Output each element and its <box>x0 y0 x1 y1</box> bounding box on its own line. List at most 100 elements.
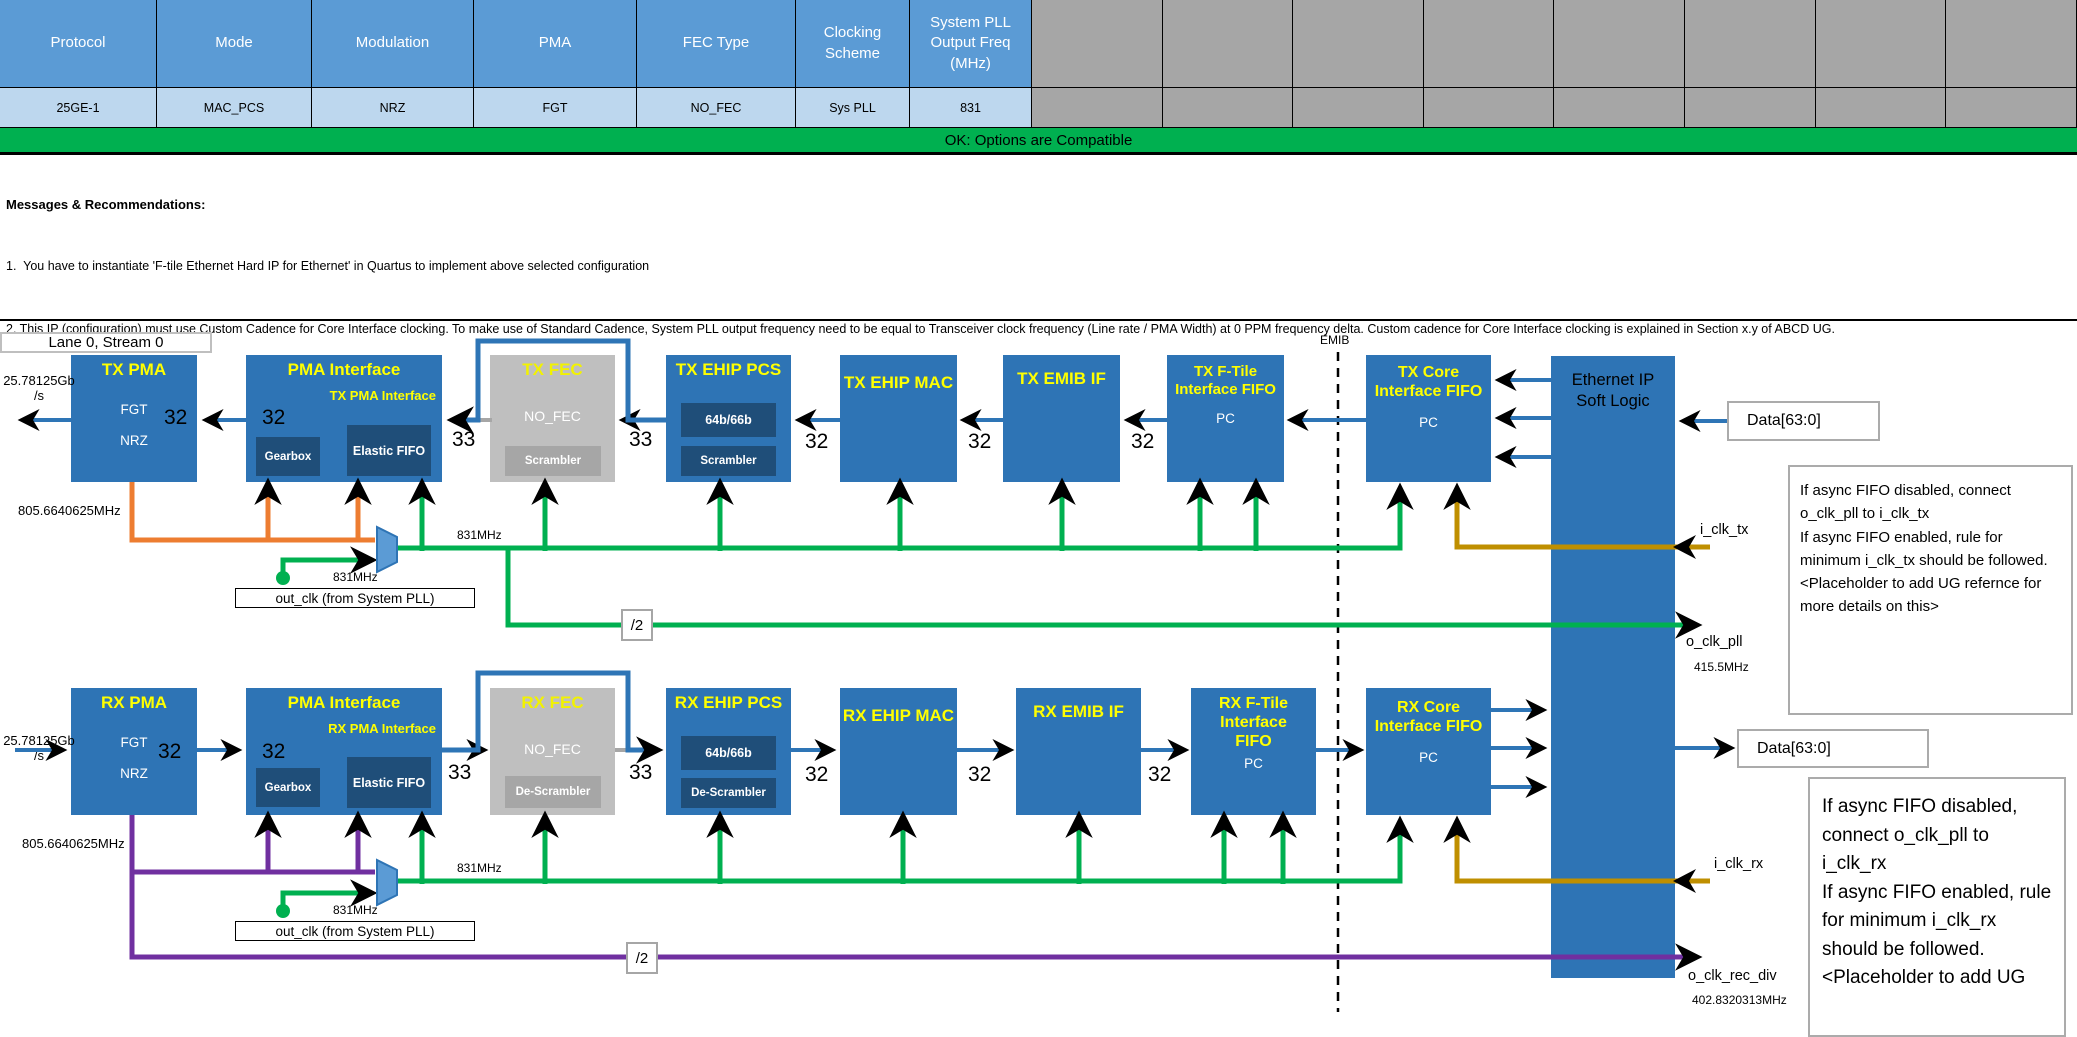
bus-width-label: 32 <box>1148 763 1171 787</box>
o-clk-rec-div-label: o_clk_rec_div <box>1688 968 1777 984</box>
gearbox-subblock: Gearbox <box>256 437 320 476</box>
col-header[interactable]: Mode <box>157 0 312 88</box>
message-item: 1. You have to instantiate 'F-tile Ether… <box>6 257 2066 276</box>
tx-pma-clock-line <box>132 482 375 540</box>
col-header[interactable]: System PLL Output Freq (MHz) <box>910 0 1032 88</box>
block-title: RX PMA <box>71 688 197 713</box>
rx-sysclk-freq: 831MHz <box>457 861 502 875</box>
ethernet-ip-soft-logic-block: Ethernet IP Soft Logic <box>1551 356 1675 978</box>
empty-header-cell[interactable] <box>1554 0 1685 88</box>
bus-width-label: 32 <box>805 763 828 787</box>
block-title: RX EHIP MAC <box>840 688 957 726</box>
rx-core-fifo-block: RX Core Interface FIFO PC <box>1366 688 1491 815</box>
bus-width-label: 32 <box>968 430 991 454</box>
tx-async-fifo-note: If async FIFO disabled, connect o_clk_pl… <box>1788 465 2073 715</box>
block-title: RX F-Tile Interface FIFO <box>1191 688 1316 752</box>
bus-width-label: 33 <box>629 428 652 452</box>
value-cell[interactable]: 25GE-1 <box>0 88 157 128</box>
empty-value-cell[interactable] <box>1293 88 1424 128</box>
col-header[interactable]: Modulation <box>312 0 474 88</box>
block-subtitle: TX PMA Interface <box>246 380 442 403</box>
rx-async-fifo-note: If async FIFO disabled, connect o_clk_pl… <box>1808 777 2066 1037</box>
value-cell[interactable]: NRZ <box>312 88 474 128</box>
rx-outclk-source-dot <box>276 904 290 918</box>
descrambler-subblock: De-Scrambler <box>505 776 601 808</box>
fifo-mode: PC <box>1167 411 1284 426</box>
rx-emib-if-block: RX EMIB IF <box>1016 688 1141 815</box>
tx-emib-if-block: TX EMIB IF <box>1003 355 1120 482</box>
tx-sysclk-freq: 831MHz <box>457 528 502 542</box>
empty-value-cell[interactable] <box>1816 88 1947 128</box>
tx-mux-in-freq: 831MHz <box>333 570 378 584</box>
gearbox-subblock: Gearbox <box>256 768 320 807</box>
block-title: RX Core Interface FIFO <box>1366 688 1491 736</box>
empty-value-cell[interactable] <box>1946 88 2077 128</box>
value-cell[interactable]: MAC_PCS <box>157 88 312 128</box>
empty-value-cell[interactable] <box>1685 88 1816 128</box>
tx-data-port-box: Data[63:0] <box>1727 401 1880 441</box>
empty-header-cell[interactable] <box>1424 0 1555 88</box>
note-line: <Placeholder to add UG refernce for more… <box>1800 572 2061 619</box>
block-title: PMA Interface <box>246 355 442 380</box>
col-header[interactable]: PMA <box>474 0 637 88</box>
rx-ehip-mac-block: RX EHIP MAC <box>840 688 957 815</box>
ethernet-ip-title-line1: Ethernet IP <box>1551 370 1675 391</box>
block-subtitle: RX PMA Interface <box>246 713 442 736</box>
col-header[interactable]: Protocol <box>0 0 157 88</box>
tx-fec-block: TX FEC NO_FEC Scrambler <box>490 355 615 482</box>
note-line: If async FIFO disabled, connect o_clk_pl… <box>1822 793 2052 879</box>
empty-value-cell[interactable] <box>1163 88 1294 128</box>
block-title: PMA Interface <box>246 688 442 713</box>
message-item: 2. This IP (configuration) must use Cust… <box>6 320 2066 339</box>
value-cell[interactable]: 831 <box>910 88 1032 128</box>
note-line: If async FIFO enabled, rule for minimum … <box>1822 879 2052 965</box>
tx-clock-mux <box>377 527 397 572</box>
ethernet-ip-title-line2: Soft Logic <box>1551 391 1675 412</box>
col-header[interactable]: Clocking Scheme <box>796 0 910 88</box>
o-clk-rec-div-freq: 402.8320313MHz <box>1692 993 1787 1007</box>
i-clk-tx-entry-arrow <box>1673 535 1696 559</box>
value-cell[interactable]: Sys PLL <box>796 88 910 128</box>
rx-mux-in-freq: 831MHz <box>333 903 378 917</box>
scrambler-subblock: Scrambler <box>681 446 776 476</box>
block-title: TX EHIP MAC <box>840 355 957 393</box>
empty-header-cell[interactable] <box>1816 0 1947 88</box>
bus-width-label: 32 <box>805 430 828 454</box>
empty-header-cell[interactable] <box>1685 0 1816 88</box>
block-title: RX FEC <box>490 688 615 713</box>
col-header[interactable]: FEC Type <box>637 0 796 88</box>
fifo-mode: PC <box>1366 750 1491 765</box>
block-title: TX FEC <box>490 355 615 380</box>
block-title: RX EHIP PCS <box>666 688 791 713</box>
bus-width-label: 32 <box>164 406 187 430</box>
empty-value-cell[interactable] <box>1424 88 1555 128</box>
tx-outclk-source-dot <box>276 571 290 585</box>
tx-clock-divider-box: /2 <box>621 609 653 641</box>
empty-header-cell[interactable] <box>1293 0 1424 88</box>
value-cell[interactable]: FGT <box>474 88 637 128</box>
empty-value-cell[interactable] <box>1032 88 1163 128</box>
rx-ehip-pcs-block: RX EHIP PCS 64b/66b De-Scrambler <box>666 688 791 815</box>
value-cell[interactable]: NO_FEC <box>637 88 796 128</box>
bus-width-label: 32 <box>968 763 991 787</box>
decoder-subblock: 64b/66b <box>681 736 776 770</box>
bus-width-label: 33 <box>452 428 475 452</box>
i-clk-rx-label: i_clk_rx <box>1714 856 1763 872</box>
empty-header-cell[interactable] <box>1163 0 1294 88</box>
elastic-fifo-subblock: Elastic FIFO <box>347 757 431 808</box>
empty-header-cell[interactable] <box>1032 0 1163 88</box>
scrambler-subblock: Scrambler <box>505 446 601 476</box>
note-line: <Placeholder to add UG <box>1822 964 2052 993</box>
tx-line-rate-label: 25.78125Gb/s <box>0 374 78 404</box>
modulation: NRZ <box>71 766 197 781</box>
empty-header-cell[interactable] <box>1946 0 2077 88</box>
tx-core-fifo-block: TX Core Interface FIFO PC <box>1366 355 1491 482</box>
o-clk-pll-label: o_clk_pll <box>1686 634 1742 650</box>
rx-clock-divider-box: /2 <box>626 942 658 974</box>
bus-width-label: 32 <box>158 740 181 764</box>
empty-value-cell[interactable] <box>1554 88 1685 128</box>
emib-label: EMIB <box>1320 333 1349 347</box>
descrambler-subblock: De-Scrambler <box>681 778 776 808</box>
fifo-mode: PC <box>1366 415 1491 430</box>
note-line: If async FIFO enabled, rule for minimum … <box>1800 526 2061 573</box>
